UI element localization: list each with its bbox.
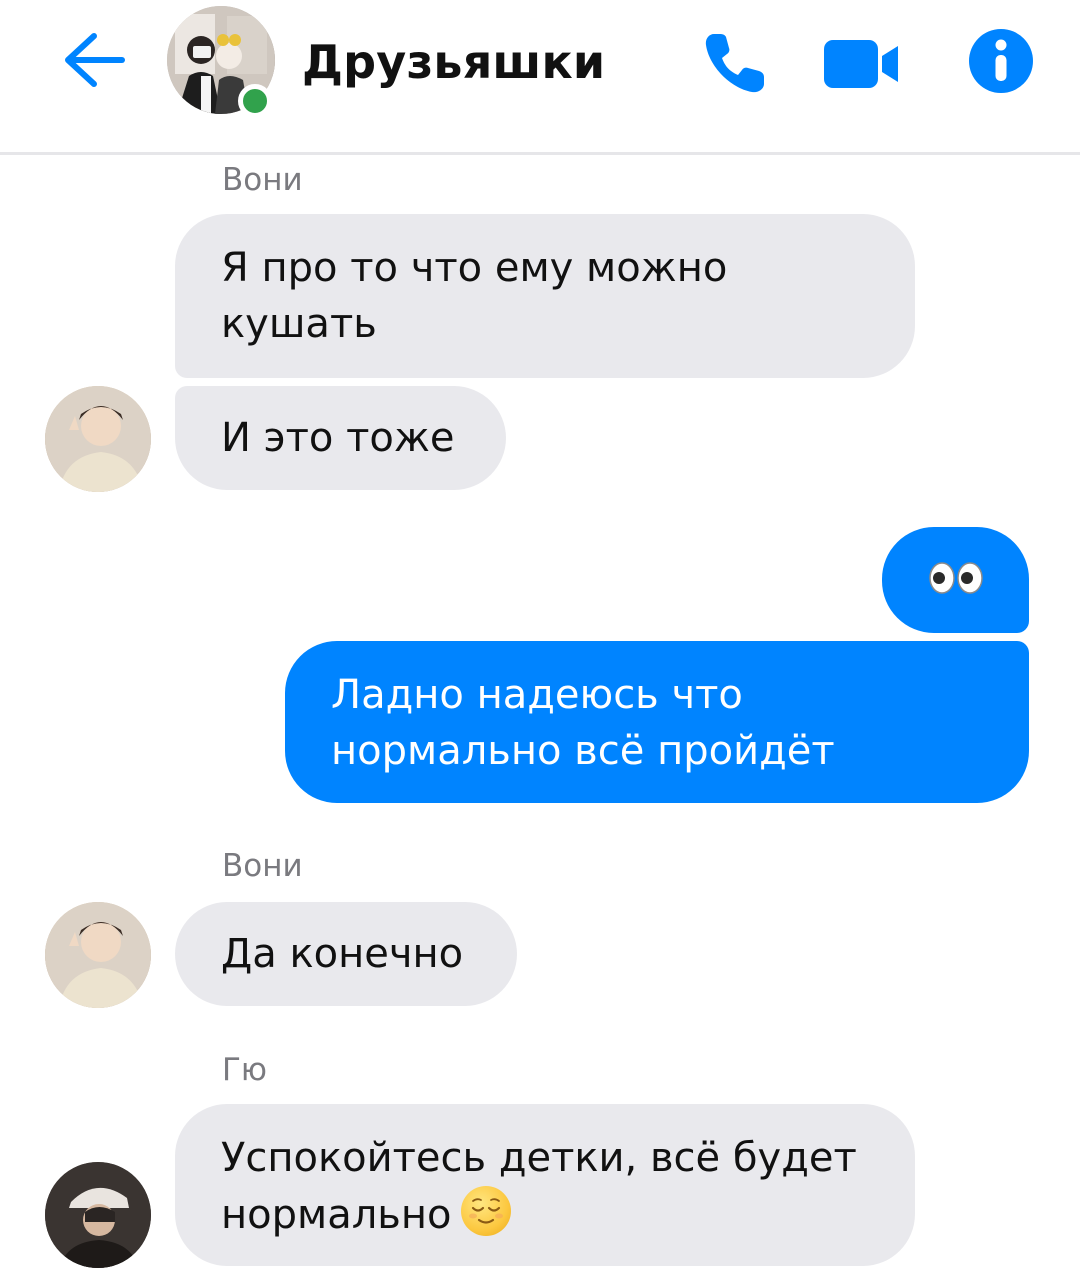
video-camera-icon [824, 40, 898, 88]
message-bubble[interactable]: Успокойтесь детки, всё будет нормально [175, 1104, 915, 1266]
online-status-indicator [238, 84, 272, 118]
message-bubble[interactable]: Я про то что ему можно кушать [175, 214, 915, 378]
message-text-line: Успокойтесь детки, всё будет [221, 1135, 857, 1181]
message-bubble-outgoing[interactable] [882, 527, 1029, 633]
message-text: И это тоже [221, 415, 455, 461]
sender-name: Вони [222, 848, 303, 884]
relieved-face-emoji-icon [461, 1186, 512, 1236]
message-text-line: Я про то что ему можно [221, 245, 728, 291]
message-text-line: нормально [221, 1186, 869, 1243]
phone-icon [705, 34, 764, 93]
voni-photo-image [45, 902, 151, 1008]
call-button[interactable] [700, 28, 770, 98]
arrow-left-icon [65, 33, 125, 87]
avatar[interactable] [45, 1162, 151, 1268]
message-text-line: Ладно надеюсь что [331, 672, 743, 718]
chat-header: Друзьяшки [0, 0, 1080, 155]
chat-screen: Друзьяшки Вони Я про то что ему можно ку… [0, 0, 1080, 1286]
voni-photo-image [45, 386, 151, 492]
chat-title[interactable]: Друзьяшки [302, 34, 605, 90]
avatar[interactable] [45, 386, 151, 492]
message-text: Да конечно [221, 931, 464, 977]
message-text: нормально [221, 1192, 452, 1238]
message-text-line: нормально всё пройдёт [331, 728, 835, 774]
info-button[interactable] [968, 28, 1034, 94]
gyu-photo-image [45, 1162, 151, 1268]
sender-name: Вони [222, 162, 303, 198]
sender-name: Гю [222, 1052, 268, 1088]
message-bubble-outgoing[interactable]: Ладно надеюсь что нормально всё пройдёт [285, 641, 1029, 803]
eyes-emoji-icon [929, 562, 983, 594]
message-bubble[interactable]: Да конечно [175, 902, 517, 1006]
avatar[interactable] [45, 902, 151, 1008]
video-call-button[interactable] [822, 36, 902, 92]
info-icon [969, 29, 1033, 93]
message-bubble[interactable]: И это тоже [175, 386, 506, 490]
message-text-line: кушать [221, 301, 377, 347]
back-button[interactable] [58, 28, 128, 92]
